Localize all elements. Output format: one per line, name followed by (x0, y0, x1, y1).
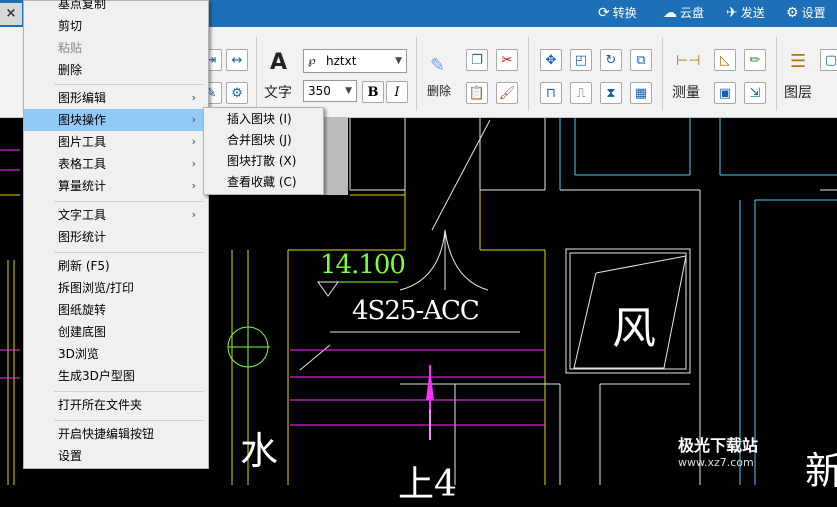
text-tool-label[interactable]: 文字 (264, 82, 292, 102)
menu-item-rotate-drawing[interactable]: 图纸旋转 (24, 299, 208, 321)
settings-label: 设置 (801, 6, 826, 20)
close-button[interactable]: × (0, 3, 22, 25)
chevron-right-icon: › (191, 135, 196, 148)
font-size-select[interactable]: 350 ▼ (303, 80, 357, 102)
partial-text-new: 新 (805, 449, 837, 493)
menu-separator (54, 420, 204, 421)
array-icon[interactable]: ▦ (630, 82, 652, 104)
menu-separator (54, 84, 204, 85)
partial-text: 上4 (398, 464, 457, 505)
menu-separator (54, 252, 204, 253)
menu-item-split-print[interactable]: 拆图浏览/打印 (24, 277, 208, 299)
area-icon[interactable]: ◺ (714, 49, 736, 71)
send-icon: ✈ (726, 4, 738, 21)
measure-label[interactable]: 测量 (672, 82, 700, 102)
menu-item-image-tools[interactable]: 图片工具 › (24, 131, 208, 153)
menu-item-quantity[interactable]: 算量统计 › (24, 175, 208, 197)
chevron-right-icon: › (191, 91, 196, 104)
block-ops-submenu: 插入图块 (I) 合并图块 (J) 图块打散 (X) 查看收藏 (C) (203, 107, 324, 195)
menu-item-block-ops[interactable]: 图块操作 › (24, 109, 208, 131)
more-icon[interactable]: ▢ (820, 49, 837, 71)
chevron-right-icon: › (191, 179, 196, 192)
menu-item-text-tools[interactable]: 文字工具 › (24, 204, 208, 226)
cloud-label: 云盘 (680, 6, 705, 20)
menu-item-3d-floorplan[interactable]: 生成3D户型图 (24, 365, 208, 387)
settings-button[interactable]: ⚙ 设置 (786, 4, 826, 21)
room-label-wind: 风 (612, 303, 656, 354)
panel-strip (322, 117, 348, 195)
brush-icon[interactable]: 🖌 (496, 82, 518, 104)
menu-item-open-folder[interactable]: 打开所在文件夹 (24, 394, 208, 416)
menu-item-base-copy[interactable]: 基点复制 (24, 0, 208, 15)
menu-separator (54, 391, 204, 392)
layers-label[interactable]: 图层 (784, 82, 812, 102)
watermark-url: www.xz7.com (678, 456, 754, 469)
watermark-name: 极光下载站 (678, 436, 759, 455)
watermark: 极光下载站 www.xz7.com (678, 432, 758, 469)
paste-icon[interactable]: 📋 (466, 82, 488, 104)
menu-item-3d-browse[interactable]: 3D浏览 (24, 343, 208, 365)
chevron-right-icon: › (191, 113, 196, 126)
submenu-item-explode-block[interactable]: 图块打散 (X) (204, 150, 323, 172)
layers-icon[interactable]: ☰ (790, 51, 806, 72)
italic-button[interactable]: I (386, 81, 408, 103)
menu-item-quick-edit[interactable]: 开启快捷编辑按钮 (24, 423, 208, 445)
send-label: 发送 (740, 6, 765, 20)
font-select[interactable]: ℘ hztxt ▼ (303, 49, 407, 73)
gear-icon: ⚙ (786, 4, 799, 21)
delete-label[interactable]: 删除 (427, 82, 451, 99)
submenu-item-favorites[interactable]: 查看收藏 (C) (204, 171, 323, 193)
cloud-icon: ☁ (663, 4, 677, 21)
ruler-icon[interactable]: ⊢⊣ (676, 53, 700, 69)
font-icon: ℘ (308, 54, 316, 67)
context-menu: 基点复制 剪切 粘贴 删除 图形编辑 › 图块操作 › 图片工具 › 表格工具 › 算量… (23, 0, 209, 469)
font-size-value: 350 (308, 84, 331, 98)
cut-icon[interactable]: ✂ (496, 49, 518, 71)
menu-separator (54, 201, 204, 202)
eraser-icon[interactable]: ✎ (430, 55, 445, 76)
chevron-right-icon: › (191, 208, 196, 221)
stretch-icon[interactable]: ⊓ (540, 82, 562, 104)
convert-label: 转换 (612, 6, 637, 20)
chevron-down-icon: ▼ (345, 86, 352, 96)
elevation-label: 14.100 (320, 250, 406, 280)
room-label-water: 水 (240, 429, 279, 473)
menu-item-shape-stats[interactable]: 图形统计 (24, 226, 208, 248)
offset-icon[interactable]: ⎍ (570, 82, 592, 104)
menu-item-refresh[interactable]: 刷新 (F5) (24, 255, 208, 277)
mirror-icon[interactable]: ⧗ (600, 82, 622, 104)
pen-icon[interactable]: ✏ (744, 49, 766, 71)
menu-item-create-base[interactable]: 创建底图 (24, 321, 208, 343)
font-name: hztxt (326, 54, 357, 68)
refresh-icon: ⟳ (598, 4, 610, 21)
export-icon[interactable]: ⇲ (744, 82, 766, 104)
menu-item-cut[interactable]: 剪切 (24, 15, 208, 37)
menu-item-settings[interactable]: 设置 (24, 445, 208, 467)
tag-label: 4S25-ACC (352, 296, 480, 326)
rotate-icon[interactable]: ↻ (600, 49, 622, 71)
move-icon[interactable]: ✥ (540, 49, 562, 71)
convert-button[interactable]: ⟳ 转换 (598, 4, 637, 21)
chevron-down-icon: ▼ (395, 56, 402, 66)
send-button[interactable]: ✈ 发送 (726, 4, 765, 21)
scale-icon[interactable]: ◰ (570, 49, 592, 71)
menu-item-table-tools[interactable]: 表格工具 › (24, 153, 208, 175)
cloud-button[interactable]: ☁ 云盘 (663, 4, 704, 21)
copy-3d-icon[interactable]: ⧉ (630, 49, 652, 71)
menu-item-delete[interactable]: 删除 (24, 59, 208, 81)
submenu-item-insert-block[interactable]: 插入图块 (I) (204, 108, 323, 130)
submenu-item-merge-block[interactable]: 合并图块 (J) (204, 129, 323, 151)
text-tool-glyph[interactable]: A (270, 50, 287, 75)
chevron-right-icon: › (191, 157, 196, 170)
bold-button[interactable]: B (362, 81, 384, 103)
menu-item-shape-edit[interactable]: 图形编辑 › (24, 87, 208, 109)
image-icon[interactable]: ▣ (714, 82, 736, 104)
gear-small-icon[interactable]: ⚙ (226, 82, 248, 104)
copy-icon[interactable]: ❐ (466, 49, 488, 71)
dimension-icon[interactable]: ↔ (226, 49, 248, 71)
menu-item-paste[interactable]: 粘贴 (24, 37, 208, 59)
